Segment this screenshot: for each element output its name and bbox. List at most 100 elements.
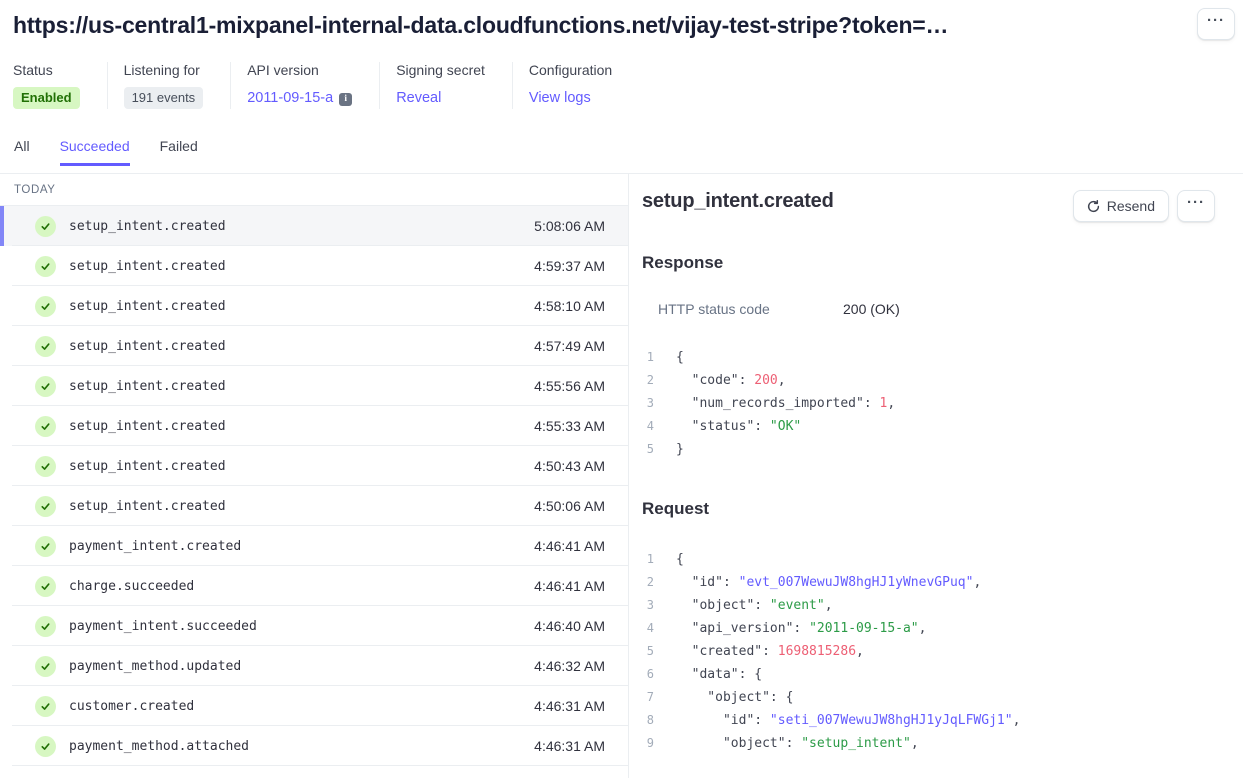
code-line: 1{ [642, 346, 1215, 369]
events-count-badge: 191 events [124, 87, 204, 109]
code-text: "object": "event", [676, 594, 833, 617]
event-list-item[interactable]: setup_intent.created4:50:06 AM [0, 486, 628, 526]
line-number: 7 [642, 686, 654, 709]
event-list-item[interactable]: setup_intent.created 4:55:56 AM [0, 366, 628, 406]
event-time: 4:46:41 AM [534, 538, 605, 554]
event-list-pane: TODAY setup_intent.created5:08:06 AMsetu… [0, 174, 628, 778]
line-number: 1 [642, 548, 654, 571]
code-line: 5} [642, 438, 1215, 461]
code-line: 1{ [642, 548, 1215, 571]
event-list-item[interactable]: setup_intent.created4:59:37 AM [0, 246, 628, 286]
code-text: } [676, 438, 684, 461]
code-line: 4 "api_version": "2011-09-15-a", [642, 617, 1215, 640]
line-number: 8 [642, 709, 654, 732]
event-list-item[interactable]: payment_method.attached4:46:31 AM [0, 726, 628, 766]
line-number: 3 [642, 594, 654, 617]
event-list-item[interactable]: setup_intent.created4:50:43 AM [0, 446, 628, 486]
success-check-icon [35, 496, 56, 517]
event-time: 4:46:31 AM [534, 738, 605, 754]
endpoint-meta-row: Status Enabled Listening for 191 events … [0, 62, 1243, 109]
line-number: 5 [642, 438, 654, 461]
code-text: { [676, 548, 684, 571]
event-list-item[interactable]: payment_intent.succeeded 4:46:40 AM [0, 606, 628, 646]
meta-listening-for: Listening for 191 events [107, 62, 231, 109]
success-check-icon [35, 616, 56, 637]
code-text: "id": "seti_007WewuJW8hgHJ1yJqLFWGj1", [676, 709, 1020, 732]
event-time: 4:46:41 AM [534, 578, 605, 594]
tab-all[interactable]: All [14, 138, 30, 166]
detail-title: setup_intent.created [642, 190, 834, 213]
event-list-item[interactable]: setup_intent.created4:58:10 AM [0, 286, 628, 326]
code-text: "object": "setup_intent", [676, 732, 919, 755]
event-list-item[interactable]: payment_method.updated 4:46:32 AM [0, 646, 628, 686]
event-time: 4:55:33 AM [534, 418, 605, 434]
event-time: 4:55:56 AM [534, 378, 605, 394]
success-check-icon [35, 376, 56, 397]
event-list-item[interactable]: charge.succeeded 4:46:41 AM [0, 566, 628, 606]
info-icon: i [339, 93, 352, 106]
event-name: setup_intent.created [69, 379, 226, 394]
event-name: payment_intent.created [69, 539, 241, 554]
header-more-button[interactable]: ··· [1197, 8, 1235, 40]
code-text: "api_version": "2011-09-15-a", [676, 617, 926, 640]
success-check-icon [35, 256, 56, 277]
list-group-header: TODAY [0, 174, 628, 206]
event-name: setup_intent.created [69, 259, 226, 274]
code-text: "created": 1698815286, [676, 640, 864, 663]
view-logs-link[interactable]: View logs [529, 90, 591, 106]
line-number: 9 [642, 732, 654, 755]
response-code-block: 1{2 "code": 200,3 "num_records_imported"… [642, 346, 1215, 461]
code-text: "status": "OK" [676, 415, 801, 438]
event-name: setup_intent.created [69, 339, 226, 354]
code-line: 2 "id": "evt_007WewuJW8hgHJ1yWnevGPuq", [642, 571, 1215, 594]
api-version-link[interactable]: 2011-09-15-a [247, 90, 333, 106]
event-list-item[interactable]: payment_intent.created 4:46:41 AM [0, 526, 628, 566]
code-text: "object": { [676, 686, 793, 709]
event-list-item[interactable]: customer.created4:46:31 AM [0, 686, 628, 726]
event-time: 4:46:32 AM [534, 658, 605, 674]
success-check-icon [35, 296, 56, 317]
meta-signing-secret: Signing secret Reveal [379, 62, 512, 109]
code-line: 5 "created": 1698815286, [642, 640, 1215, 663]
meta-label-signing-secret: Signing secret [396, 62, 485, 78]
http-status-value: 200 (OK) [843, 301, 900, 317]
event-name: payment_intent.succeeded [69, 619, 257, 634]
reveal-secret-link[interactable]: Reveal [396, 90, 441, 106]
event-time: 4:46:40 AM [534, 618, 605, 634]
event-time: 4:46:31 AM [534, 698, 605, 714]
resend-button[interactable]: Resend [1073, 190, 1169, 222]
code-line: 7 "object": { [642, 686, 1215, 709]
event-name: payment_method.updated [69, 659, 241, 674]
code-line: 3 "num_records_imported": 1, [642, 392, 1215, 415]
success-check-icon [35, 696, 56, 717]
event-list: setup_intent.created5:08:06 AMsetup_inte… [0, 206, 628, 766]
status-enabled-badge: Enabled [13, 87, 80, 109]
tab-failed[interactable]: Failed [160, 138, 198, 166]
request-code-block: 1{2 "id": "evt_007WewuJW8hgHJ1yWnevGPuq"… [642, 548, 1215, 755]
event-list-item[interactable]: setup_intent.created 4:57:49 AM [0, 326, 628, 366]
event-name: charge.succeeded [69, 579, 194, 594]
event-list-item[interactable]: setup_intent.created 4:55:33 AM [0, 406, 628, 446]
event-time: 4:50:43 AM [534, 458, 605, 474]
success-check-icon [35, 656, 56, 677]
http-status-label: HTTP status code [658, 301, 843, 317]
tab-succeeded[interactable]: Succeeded [60, 138, 130, 166]
code-line: 6 "data": { [642, 663, 1215, 686]
response-heading: Response [642, 253, 1215, 273]
resend-refresh-icon [1087, 200, 1100, 213]
event-list-item[interactable]: setup_intent.created 5:08:06 AM [0, 206, 628, 246]
event-time: 5:08:06 AM [534, 218, 605, 234]
ellipsis-icon: ··· [1207, 16, 1225, 26]
code-line: 8 "id": "seti_007WewuJW8hgHJ1yJqLFWGj1", [642, 709, 1215, 732]
event-detail-pane: setup_intent.created Resend ··· Response [628, 174, 1243, 778]
code-line: 4 "status": "OK" [642, 415, 1215, 438]
detail-more-button[interactable]: ··· [1177, 190, 1215, 222]
request-heading: Request [642, 499, 1215, 519]
success-check-icon [35, 736, 56, 757]
event-time: 4:57:49 AM [534, 338, 605, 354]
event-name: setup_intent.created [69, 419, 226, 434]
content-split: TODAY setup_intent.created5:08:06 AMsetu… [0, 173, 1243, 778]
meta-label-status: Status [13, 62, 80, 78]
event-name: setup_intent.created [69, 219, 226, 234]
event-name: setup_intent.created [69, 299, 226, 314]
